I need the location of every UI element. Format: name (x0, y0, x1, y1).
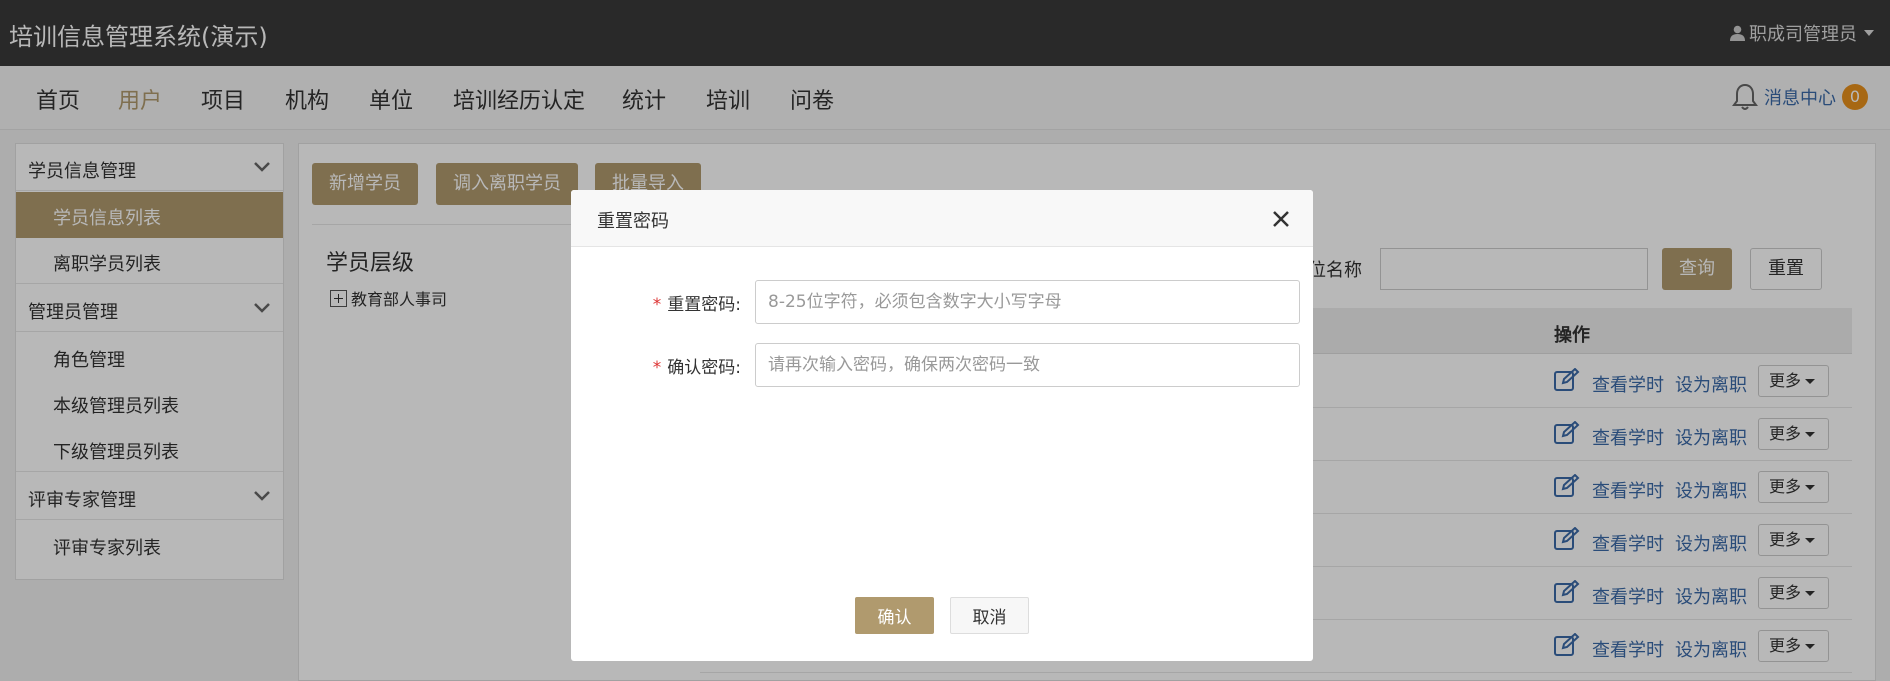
confirm-password-input[interactable] (755, 343, 1300, 387)
cancel-button[interactable]: 取消 (950, 597, 1029, 634)
dialog-header: 重置密码 (571, 190, 1313, 247)
new-password-input[interactable] (755, 280, 1300, 324)
new-password-label: * 重置密码: (652, 295, 741, 315)
confirm-button[interactable]: 确认 (855, 597, 934, 634)
confirm-password-label: * 确认密码: (652, 358, 741, 378)
dialog-title: 重置密码 (597, 211, 669, 232)
close-icon[interactable] (1271, 209, 1291, 229)
reset-password-dialog: 重置密码 *重置密码: *确认密码: 确认 取消 (571, 190, 1313, 661)
